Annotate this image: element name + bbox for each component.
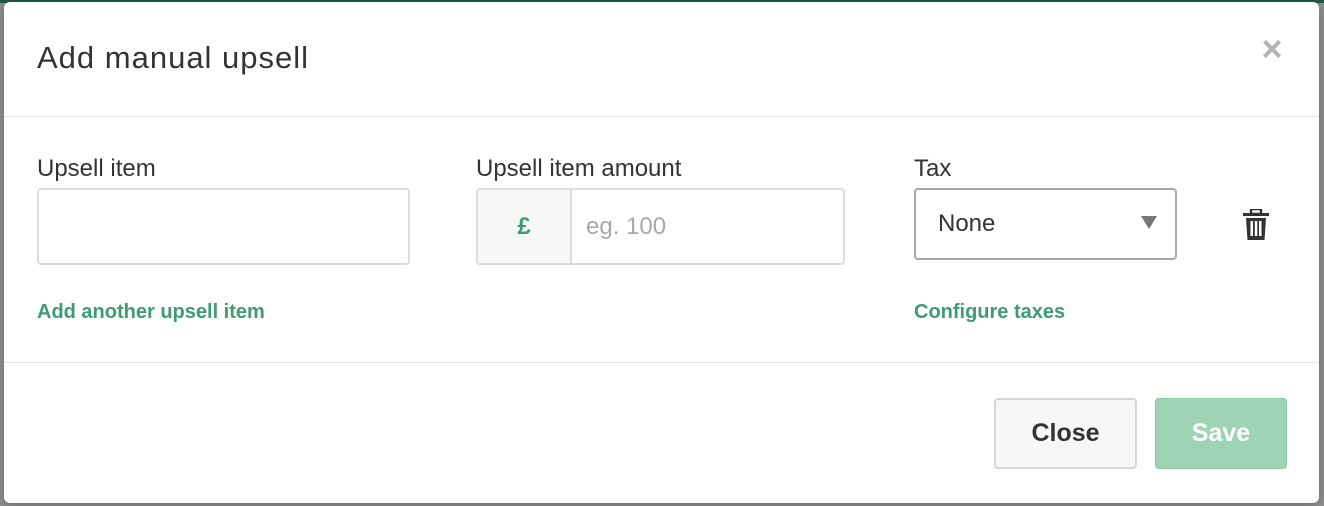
save-button[interactable]: Save	[1155, 398, 1287, 469]
trash-icon[interactable]	[1242, 207, 1270, 241]
upsell-amount-label: Upsell item amount	[476, 155, 682, 182]
add-another-upsell-link[interactable]: Add another upsell item	[37, 301, 265, 324]
caret-down-icon	[1141, 216, 1157, 229]
add-manual-upsell-dialog: Add manual upsell × Upsell item Upsell i…	[4, 2, 1319, 503]
tax-select-value: None	[938, 210, 996, 237]
close-icon[interactable]: ×	[1259, 31, 1285, 67]
upsell-item-input[interactable]	[37, 188, 410, 265]
dialog-header: Add manual upsell ×	[4, 2, 1319, 117]
configure-taxes-link[interactable]: Configure taxes	[914, 301, 1065, 324]
upsell-item-label: Upsell item	[37, 155, 156, 182]
dialog-title: Add manual upsell	[37, 40, 310, 75]
tax-label: Tax	[914, 155, 952, 182]
upsell-amount-field: £	[476, 188, 845, 265]
dialog-body: Upsell item Upsell item amount £ Tax Non…	[4, 117, 1319, 363]
currency-symbol: £	[478, 190, 572, 263]
upsell-amount-input[interactable]	[574, 190, 843, 263]
close-button[interactable]: Close	[994, 398, 1137, 469]
tax-select[interactable]: None	[914, 188, 1177, 260]
